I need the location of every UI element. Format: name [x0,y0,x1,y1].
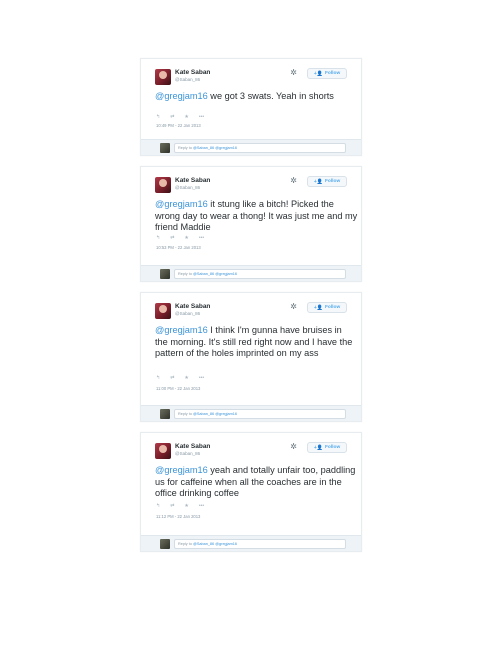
favorite-icon[interactable]: ★ [184,375,188,381]
retweet-icon[interactable]: ⇄ [170,235,174,241]
more-icon[interactable]: ••• [199,503,204,509]
follow-label: Follow [324,179,341,184]
follow-button[interactable]: +👤 Follow [307,68,347,79]
timestamp[interactable]: 10:53 PM - 22 Jan 2013 [156,245,201,250]
follow-button[interactable]: +👤 Follow [307,442,347,453]
follow-label: Follow [324,71,341,76]
timestamp[interactable]: 11:12 PM - 22 Jan 2013 [156,514,200,519]
more-icon[interactable]: ••• [199,114,204,120]
reply-bar: Reply to @Saban_86 @gregjam16 [141,139,361,155]
avatar[interactable] [155,69,171,85]
reply-icon[interactable]: ↰ [156,235,160,241]
more-icon[interactable]: ••• [199,375,204,381]
tweet-card: Kate Saban @Saban_86 ✲ +👤 Follow @gregja… [140,58,362,156]
reply-prefix: Reply to [178,542,193,546]
reply-input[interactable]: Reply to @Saban_86 @gregjam16 [174,143,346,153]
tweet-card: Kate Saban @Saban_86 ✲ +👤 Follow @gregja… [140,166,362,282]
tweet-actions: ↰ ⇄ ★ ••• [156,503,204,509]
reply-avatar [160,269,170,279]
follow-person-icon: +👤 [313,444,323,451]
reply-avatar [160,143,170,153]
mention-link[interactable]: @gregjam16 [155,325,208,335]
avatar[interactable] [155,177,171,193]
avatar[interactable] [155,443,171,459]
retweet-icon[interactable]: ⇄ [170,375,174,381]
reply-avatar [160,409,170,419]
follow-button[interactable]: +👤 Follow [307,176,347,187]
reply-icon[interactable]: ↰ [156,114,160,120]
favorite-icon[interactable]: ★ [184,114,188,120]
reply-mentions: @Saban_86 @gregjam16 [192,272,238,276]
user-handle[interactable]: @Saban_86 [175,451,200,456]
reply-mentions: @Saban_86 @gregjam16 [192,412,238,416]
follow-label: Follow [324,305,341,310]
tweet-text: @gregjam16 I think I'm gunna have bruise… [155,325,357,360]
avatar[interactable] [155,303,171,319]
user-name[interactable]: Kate Saban [175,69,210,76]
more-icon[interactable]: ••• [199,235,204,241]
tweet-actions: ↰ ⇄ ★ ••• [156,375,204,381]
reply-prefix: Reply to [178,412,193,416]
reply-input[interactable]: Reply to @Saban_86 @gregjam16 [174,409,346,419]
mention-link[interactable]: @gregjam16 [155,199,208,209]
reply-avatar [160,539,170,549]
tweet-text: @gregjam16 yeah and totally unfair too, … [155,465,360,500]
reply-bar: Reply to @Saban_86 @gregjam16 [141,405,361,421]
gear-icon[interactable]: ✲ [290,443,297,451]
tweet-content: we got 3 swats. Yeah in shorts [207,91,334,101]
follow-person-icon: +👤 [313,178,323,185]
tweet-actions: ↰ ⇄ ★ ••• [156,114,204,120]
user-name[interactable]: Kate Saban [175,303,210,310]
reply-icon[interactable]: ↰ [156,503,160,509]
retweet-icon[interactable]: ⇄ [170,114,174,120]
reply-mentions: @Saban_86 @gregjam16 [192,146,238,150]
tweet-actions: ↰ ⇄ ★ ••• [156,235,204,241]
reply-prefix: Reply to [178,146,193,150]
mention-link[interactable]: @gregjam16 [155,465,208,475]
user-name[interactable]: Kate Saban [175,443,210,450]
user-name[interactable]: Kate Saban [175,177,210,184]
retweet-icon[interactable]: ⇄ [170,503,174,509]
follow-button[interactable]: +👤 Follow [307,302,347,313]
gear-icon[interactable]: ✲ [290,303,297,311]
user-handle[interactable]: @Saban_86 [175,311,200,316]
tweet-text: @gregjam16 we got 3 swats. Yeah in short… [155,91,377,103]
timestamp[interactable]: 11:00 PM - 22 Jan 2013 [156,386,200,391]
reply-prefix: Reply to [178,272,193,276]
tweet-card: Kate Saban @Saban_86 ✲ +👤 Follow @gregja… [140,292,362,422]
user-handle[interactable]: @Saban_86 [175,77,200,82]
reply-input[interactable]: Reply to @Saban_86 @gregjam16 [174,269,346,279]
follow-person-icon: +👤 [313,304,323,311]
reply-input[interactable]: Reply to @Saban_86 @gregjam16 [174,539,346,549]
favorite-icon[interactable]: ★ [184,503,188,509]
reply-mentions: @Saban_86 @gregjam16 [192,542,238,546]
follow-label: Follow [324,445,341,450]
mention-link[interactable]: @gregjam16 [155,91,208,101]
tweet-text: @gregjam16 it stung like a bitch! Picked… [155,199,360,234]
user-handle[interactable]: @Saban_86 [175,185,200,190]
gear-icon[interactable]: ✲ [290,69,297,77]
reply-bar: Reply to @Saban_86 @gregjam16 [141,265,361,281]
favorite-icon[interactable]: ★ [184,235,188,241]
reply-bar: Reply to @Saban_86 @gregjam16 [141,535,361,551]
gear-icon[interactable]: ✲ [290,177,297,185]
follow-person-icon: +👤 [313,70,323,77]
reply-icon[interactable]: ↰ [156,375,160,381]
tweet-card: Kate Saban @Saban_86 ✲ +👤 Follow @gregja… [140,432,362,552]
timestamp[interactable]: 10:49 PM - 22 Jan 2013 [156,123,201,128]
